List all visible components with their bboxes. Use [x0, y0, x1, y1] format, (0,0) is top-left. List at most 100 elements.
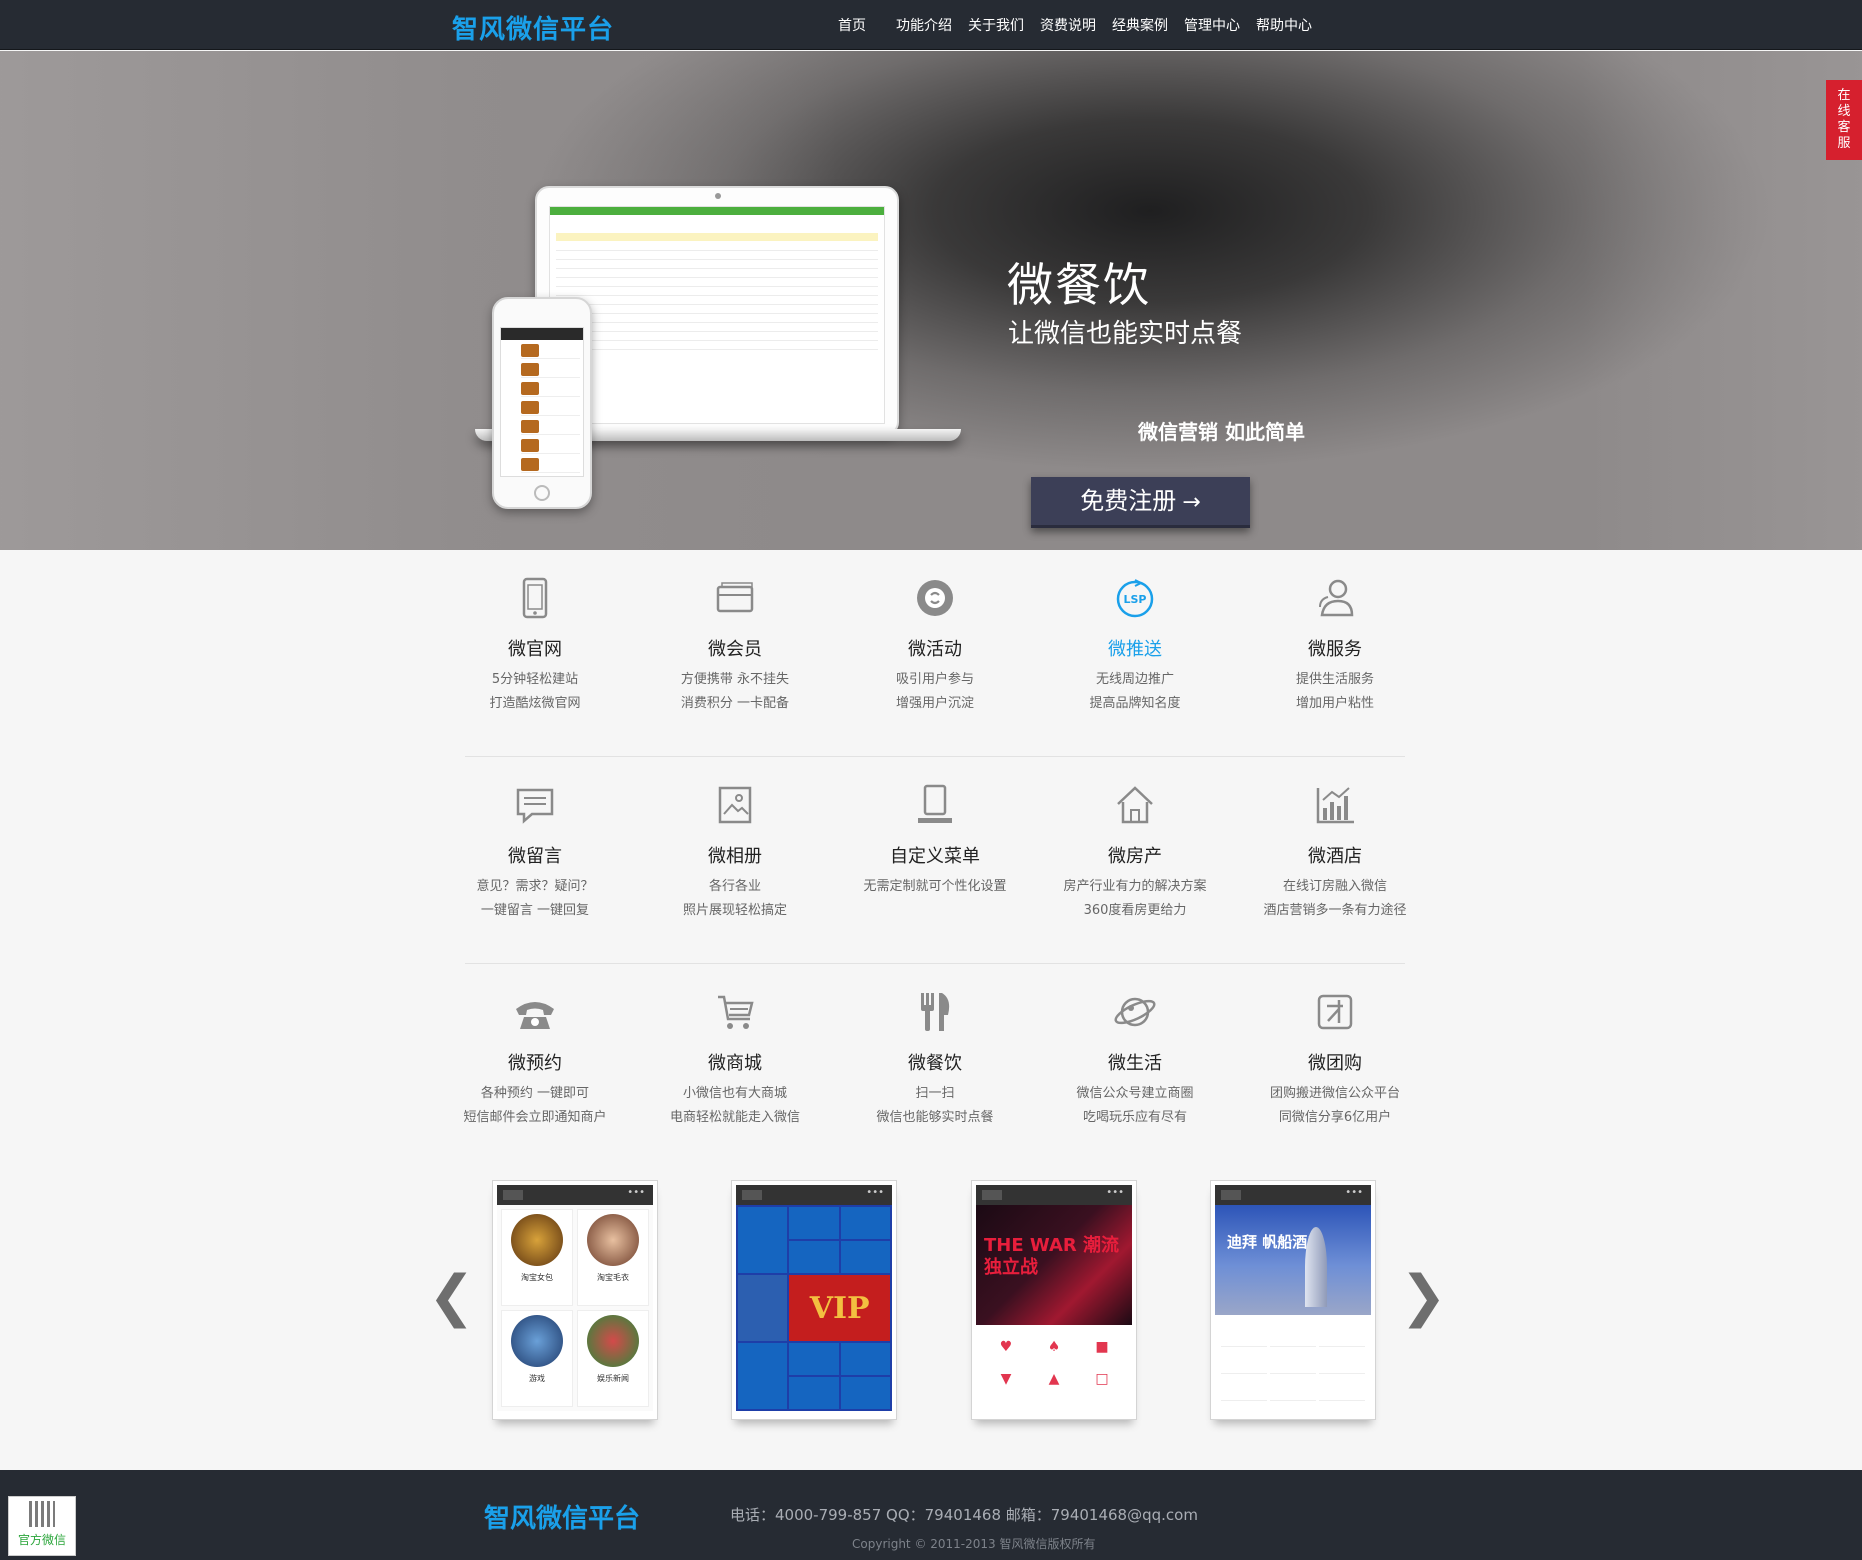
card-caption: 淘宝毛衣 [597, 1273, 629, 1282]
feature-desc-line2: 360度看房更给力 [1083, 903, 1187, 918]
chevron-right-icon[interactable]: ❯ [1400, 1264, 1447, 1329]
feature-desc-line2: 一键留言 一键回复 [480, 903, 590, 918]
top-navbar: 智风微信平台 首页 功能介绍 关于我们 资费说明 经典案例 管理中心 帮助中心 [0, 0, 1862, 50]
side-tab-char: 客 [1837, 120, 1851, 135]
nav-home[interactable]: 首页 [838, 15, 866, 35]
feature-title: 微官网 [508, 639, 562, 660]
nav-features[interactable]: 功能介绍 [896, 15, 952, 35]
hero-subtitle: 让微信也能实时点餐 [1008, 319, 1243, 349]
feature-desc-line1: 意见？需求？疑问？ [476, 879, 594, 894]
feature-desc-line2: 电商轻松就能走入微信 [669, 1110, 800, 1125]
feature-house[interactable]: 微房产房产行业有力的解决方案 360度看房更给力 [1035, 782, 1235, 923]
card-caption: 淘宝女包 [521, 1273, 553, 1282]
feature-photo[interactable]: 微相册 各行各业 照片展现轻松搞定 [635, 782, 835, 923]
nav-help[interactable]: 帮助中心 [1256, 15, 1312, 35]
feature-desc-line2: 吃喝玩乐应有尽有 [1082, 1110, 1187, 1125]
case-card-hotel[interactable]: 迪拜 帆船酒店 [1210, 1180, 1376, 1420]
lsp-push-icon: LSP [1112, 575, 1158, 621]
nav-pricing[interactable]: 资费说明 [1040, 15, 1096, 35]
feature-tablet[interactable]: 微官网 5分钟轻松建站 打造酷炫微官网 [435, 575, 635, 716]
feature-desc-line1: 方便携带 永不挂失 [680, 672, 790, 687]
svg-text:LSP: LSP [1124, 593, 1147, 606]
feature-desc-line1: 扫一扫 [915, 1086, 955, 1101]
feature-title: 自定义菜单 [890, 846, 980, 867]
feature-title: 微商城 [708, 1053, 762, 1074]
feature-title: 微活动 [908, 639, 962, 660]
feature-desc-line2: 微信也能够实时点餐 [876, 1110, 994, 1125]
feature-title: 微餐饮 [908, 1053, 962, 1074]
feature-desc-line2: 照片展现轻松搞定 [682, 903, 787, 918]
site-logo[interactable]: 智风微信平台 [452, 9, 614, 46]
nav-admin[interactable]: 管理中心 [1184, 15, 1240, 35]
feature-desc-line1: 小微信也有大商城 [682, 1086, 787, 1101]
phone-screen [500, 327, 584, 477]
feature-title: 微服务 [1308, 639, 1362, 660]
hero-tagline: 微信营销 如此简单 [1138, 420, 1305, 444]
feature-desc-line1: 团购搬进微信公众平台 [1269, 1086, 1400, 1101]
feature-desc-line1: 房产行业有力的解决方案 [1063, 879, 1207, 894]
feature-divider [465, 963, 1405, 964]
online-service-tab[interactable]: 在 线 客 服 [1826, 80, 1862, 160]
feature-menu-tablet[interactable]: 自定义菜单无需定制就可个性化设置 [835, 782, 1035, 899]
feature-planet[interactable]: 微生活 微信公众号建立商圈 吃喝玩乐应有尽有 [1035, 989, 1235, 1130]
main-nav: 首页 功能介绍 关于我们 资费说明 经典案例 管理中心 帮助中心 [838, 15, 1328, 35]
feature-title: 微留言 [508, 846, 562, 867]
feature-desc-line1: 吸引用户参与 [895, 672, 974, 687]
feature-group-buy[interactable]: 微团购 团购搬进微信公众平台 同微信分享6亿用户 [1235, 989, 1435, 1130]
photo-icon [712, 782, 758, 828]
vip-tile: VIP [789, 1275, 890, 1341]
feature-desc-line1: 无需定制就可个性化设置 [863, 879, 1007, 894]
feature-telephone[interactable]: 微预约 各种预约 一键即可 短信邮件会立即通知商户 [435, 989, 635, 1130]
feature-desc-line2: 消费积分 一卡配备 [680, 696, 790, 711]
card-phone-header [497, 1185, 653, 1205]
feature-desc-line2: 打造酷炫微官网 [489, 696, 581, 711]
group-buy-icon [1312, 989, 1358, 1035]
nav-about[interactable]: 关于我们 [968, 15, 1024, 35]
phone-mockup [492, 297, 592, 509]
feature-title: 微房产 [1108, 846, 1162, 867]
footer-contact: 电话：4000-799-857 QQ：79401468 邮箱：79401468@… [730, 1506, 1198, 1524]
case-card-metro[interactable]: VIP [731, 1180, 897, 1420]
case-card-shop[interactable]: 淘宝女包 淘宝毛衣 游戏 娱乐新闻 [492, 1180, 658, 1420]
cart-icon [712, 989, 758, 1035]
message-icon [512, 782, 558, 828]
register-button[interactable]: 免费注册 → [1031, 477, 1250, 528]
feature-lsp-push[interactable]: LSP 微推送 无线周边推广 提高品牌知名度 [1035, 575, 1235, 716]
side-tab-char: 线 [1837, 104, 1851, 119]
case-carousel: ❮ ❯ 淘宝女包 淘宝毛衣 游戏 娱乐新闻 VIP THE WAR 潮流独立战 … [0, 1180, 1862, 1440]
case-card-fashion[interactable]: THE WAR 潮流独立战 ♥♠■ ▼▲□ [971, 1180, 1137, 1420]
qr-code-icon [29, 1501, 55, 1527]
feature-desc-line1: 各种预约 一键即可 [480, 1086, 590, 1101]
feature-message[interactable]: 微留言意见？需求？疑问？ 一键留言 一键回复 [435, 782, 635, 923]
chip-icon [912, 575, 958, 621]
feature-desc-line2: 增加用户粘性 [1295, 696, 1374, 711]
feature-card[interactable]: 微会员 方便携带 永不挂失 消费积分 一卡配备 [635, 575, 835, 716]
feature-cart[interactable]: 微商城小微信也有大商城 电商轻松就能走入微信 [635, 989, 835, 1130]
hero-banner: 微餐饮 让微信也能实时点餐 微信营销 如此简单 免费注册 → [0, 51, 1862, 550]
feature-users[interactable]: 微服务提供生活服务 增加用户粘性 [1235, 575, 1435, 716]
laptop-screen [549, 206, 885, 424]
feature-desc-line2: 酒店营销多一条有力途径 [1263, 903, 1407, 918]
telephone-icon [512, 989, 558, 1035]
feature-chip[interactable]: 微活动 吸引用户参与 增强用户沉淀 [835, 575, 1035, 716]
house-icon [1112, 782, 1158, 828]
nav-cases[interactable]: 经典案例 [1112, 15, 1168, 35]
card-banner-text: THE WAR 潮流独立战 [984, 1235, 1120, 1278]
feature-desc-line1: 各行各业 [708, 879, 761, 894]
feature-desc-line1: 在线订房融入微信 [1282, 879, 1387, 894]
feature-desc-line1: 提供生活服务 [1295, 672, 1374, 687]
bar-chart-icon [1312, 782, 1358, 828]
chevron-left-icon[interactable]: ❮ [428, 1264, 475, 1329]
feature-bar-chart[interactable]: 微酒店 在线订房融入微信 酒店营销多一条有力途径 [1235, 782, 1435, 923]
laptop-camera [715, 193, 721, 199]
card-caption: 娱乐新闻 [597, 1374, 629, 1383]
wechat-qr-badge[interactable]: 官方微信 [8, 1496, 76, 1556]
feature-fork-knife[interactable]: 微餐饮扫一扫微信也能够实时点餐 [835, 989, 1035, 1130]
phone-home-button [534, 485, 550, 501]
card-phone-header [976, 1185, 1132, 1205]
footer-copyright: Copyright © 2011-2013 智风微信版权所有 [852, 1537, 1096, 1551]
fork-knife-icon [912, 989, 958, 1035]
tablet-icon [512, 575, 558, 621]
feature-desc-line2: 同微信分享6亿用户 [1278, 1110, 1392, 1125]
footer-logo: 智风微信平台 [484, 1504, 641, 1534]
